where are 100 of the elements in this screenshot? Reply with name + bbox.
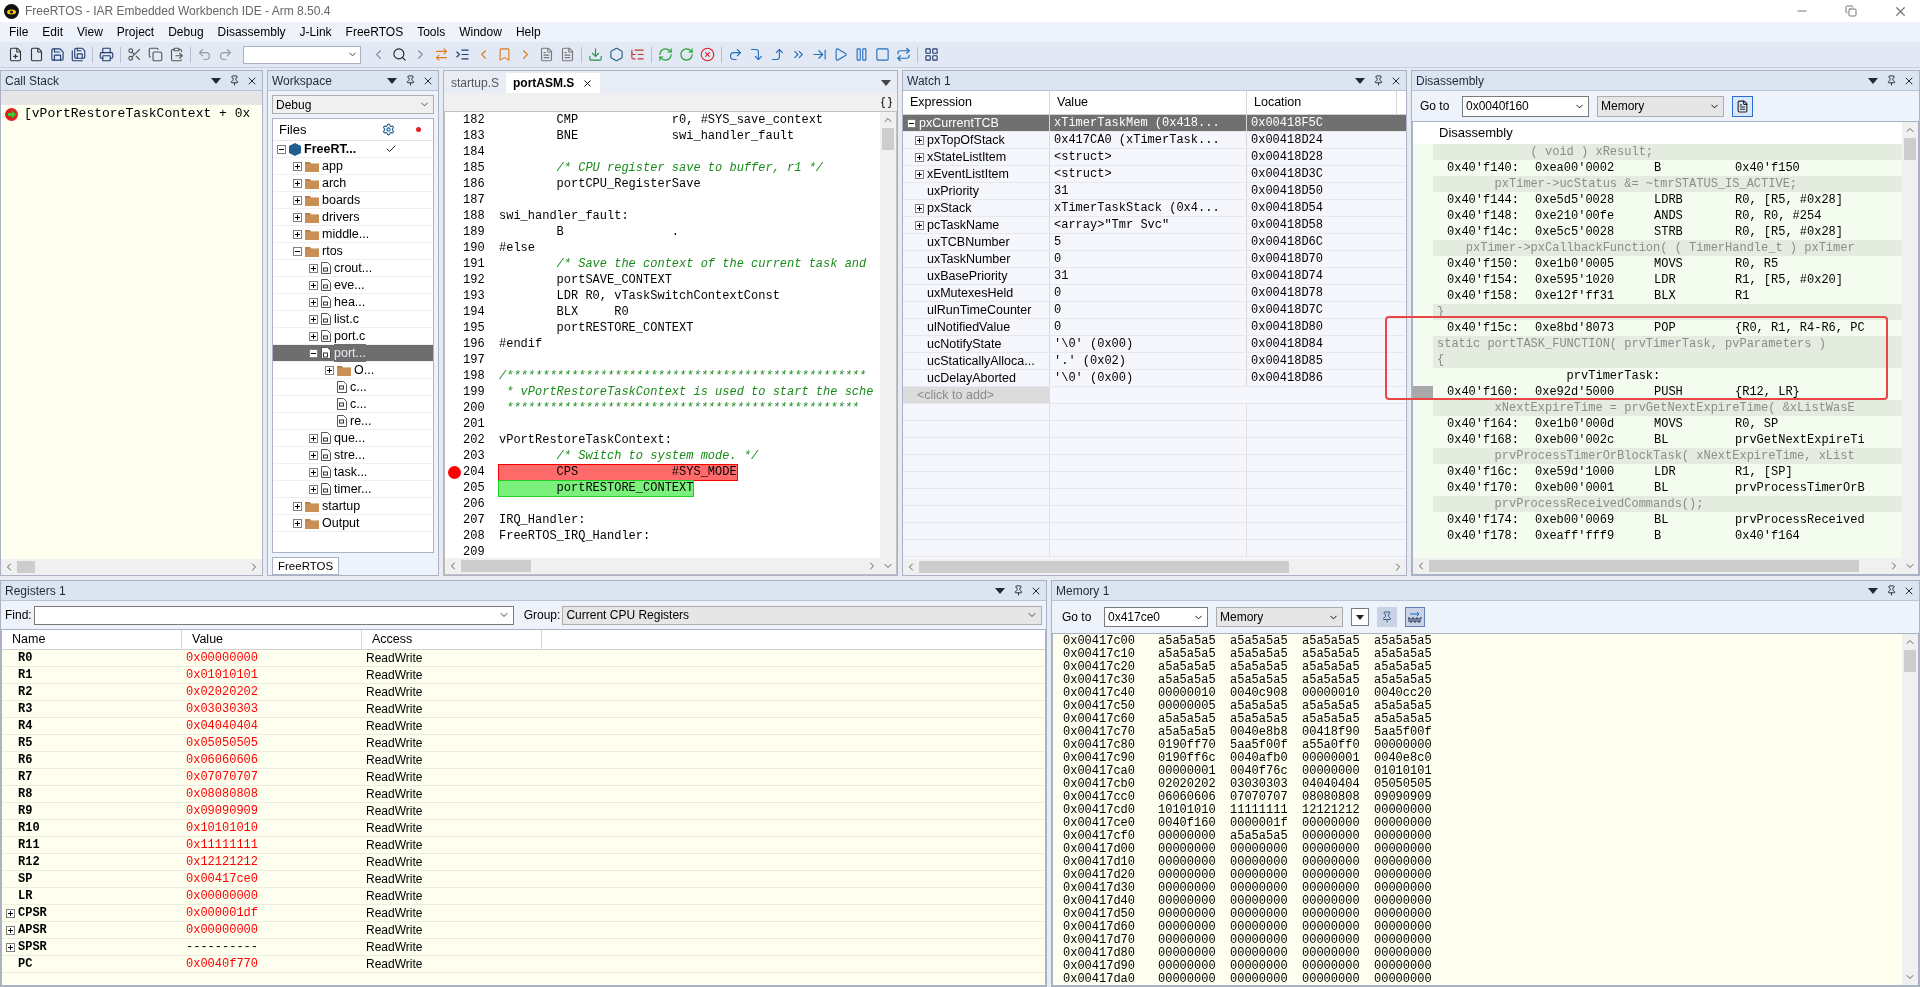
expand-icon[interactable] <box>309 331 318 341</box>
dropdown-triangle-icon[interactable] <box>211 77 221 84</box>
menu-item[interactable]: FreeRTOS <box>338 23 411 41</box>
tree-row[interactable]: que... <box>273 430 433 447</box>
column-header[interactable]: Value <box>182 630 362 649</box>
pin-icon[interactable] <box>405 75 416 86</box>
search-icon[interactable] <box>392 47 407 62</box>
expand-icon[interactable] <box>915 203 924 213</box>
step-into-icon[interactable] <box>749 47 764 62</box>
expand-icon[interactable] <box>293 229 302 239</box>
find-field[interactable] <box>33 605 514 625</box>
call-stack-frame[interactable]: [vPortRestoreTaskContext + 0x <box>24 105 251 124</box>
document-icon[interactable] <box>539 47 554 62</box>
expand-icon[interactable] <box>915 220 924 230</box>
expand-icon[interactable] <box>309 484 318 494</box>
pin-button[interactable] <box>1377 607 1397 627</box>
register-value[interactable]: 0x00417ce0 <box>182 870 362 888</box>
register-value[interactable]: 0x08080808 <box>182 785 362 803</box>
scrollbar-thumb[interactable] <box>461 560 531 572</box>
menu-item[interactable]: Help <box>508 23 548 41</box>
dropdown-triangle-icon[interactable] <box>1868 77 1878 84</box>
play-icon[interactable] <box>833 47 848 62</box>
stop-icon[interactable] <box>700 47 715 62</box>
register-value[interactable]: ---------- <box>182 938 362 956</box>
vertical-scrollbar[interactable] <box>1902 122 1918 574</box>
column-header[interactable]: Location <box>1247 91 1397 114</box>
menu-item[interactable]: Disassembly <box>210 23 293 41</box>
pin-icon[interactable] <box>1886 585 1897 596</box>
watch-row[interactable]: uxPriority 31 0x00418D50 <box>903 183 1406 200</box>
expand-icon[interactable] <box>915 135 924 145</box>
file-icon[interactable] <box>29 47 44 62</box>
collapse-icon[interactable] <box>309 348 318 358</box>
step-over-icon[interactable] <box>728 47 743 62</box>
menu-item[interactable]: View <box>70 23 110 41</box>
watch-row[interactable]: uxMutexesHeld 0 0x00418D78 <box>903 285 1406 302</box>
expand-icon[interactable] <box>293 518 302 528</box>
workspace-tab[interactable]: FreeRTOS <box>272 557 340 575</box>
tree-row[interactable]: timer... <box>273 481 433 498</box>
vertical-scrollbar[interactable] <box>880 112 896 574</box>
dropdown-triangle-icon[interactable] <box>387 77 397 84</box>
tree-row[interactable]: arch <box>273 175 433 192</box>
tree-row[interactable]: O... <box>273 362 433 379</box>
menu-item[interactable]: Tools <box>410 23 453 41</box>
register-value[interactable]: 0x12121212 <box>182 853 362 871</box>
go-to-field[interactable]: 0x0040f160 <box>1462 95 1589 117</box>
tree-row[interactable]: c... <box>273 396 433 413</box>
expand-icon[interactable] <box>309 467 318 477</box>
menu-item[interactable]: Window <box>452 23 509 41</box>
collapse-icon[interactable] <box>277 144 286 154</box>
refresh-icon[interactable] <box>658 47 673 62</box>
horizontal-scrollbar[interactable] <box>1 559 262 575</box>
paste-icon[interactable] <box>169 47 184 62</box>
go-to-field[interactable]: 0x417ce0 <box>1104 607 1208 627</box>
tree-row[interactable]: list.c <box>273 311 433 328</box>
tree-row[interactable]: middle... <box>273 226 433 243</box>
vertical-scrollbar[interactable] <box>1902 634 1918 985</box>
menu-item[interactable]: File <box>2 23 36 41</box>
indent-icon[interactable] <box>455 47 470 62</box>
menu-item[interactable]: Debug <box>161 23 211 41</box>
expand-icon[interactable] <box>6 925 15 935</box>
pin-icon[interactable] <box>229 75 240 86</box>
watch-row[interactable]: uxBasePriority 31 0x00418D74 <box>903 268 1406 285</box>
expand-icon[interactable] <box>309 450 318 460</box>
memory-zone-select[interactable]: Memory <box>1597 95 1724 117</box>
tree-row[interactable]: stre... <box>273 447 433 464</box>
step-out-icon[interactable] <box>770 47 785 62</box>
tree-row[interactable]: eve... <box>273 277 433 294</box>
dropdown-triangle-icon[interactable] <box>995 587 1005 594</box>
column-header[interactable]: Access <box>362 630 542 649</box>
copy-icon[interactable] <box>148 47 163 62</box>
tree-row[interactable]: port... <box>273 345 433 362</box>
register-value[interactable]: 0x00000000 <box>182 921 362 939</box>
dropdown-triangle-icon[interactable] <box>1355 77 1365 84</box>
expand-icon[interactable] <box>915 169 924 179</box>
configuration-select[interactable]: Debug <box>272 95 434 114</box>
tree-row[interactable]: task... <box>273 464 433 481</box>
pin-icon[interactable] <box>1886 75 1897 86</box>
collapse-icon[interactable] <box>907 118 916 128</box>
document-button[interactable] <box>1732 95 1753 117</box>
tree-row[interactable]: FreeRT... <box>273 141 433 158</box>
grid-icon[interactable] <box>924 47 939 62</box>
dropdown-triangle-icon[interactable] <box>1868 587 1878 594</box>
group-select[interactable]: Current CPU Registers <box>562 605 1042 625</box>
expand-icon[interactable] <box>325 365 334 375</box>
watch-row[interactable]: ucStaticallyAlloca... '.' (0x02) 0x00418D85 <box>903 353 1406 370</box>
column-header[interactable]: Value <box>1050 91 1247 114</box>
register-value[interactable]: 0x05050505 <box>182 734 362 752</box>
register-value[interactable]: 0x00000000 <box>182 649 362 667</box>
watch-row[interactable]: ulRunTimeCounter 0 0x00418D7C <box>903 302 1406 319</box>
run-to-cursor-icon[interactable] <box>812 47 827 62</box>
save-icon[interactable] <box>50 47 65 62</box>
toolbar-combo-field[interactable] <box>243 45 361 64</box>
settings-icon[interactable] <box>382 123 396 136</box>
menu-item[interactable]: Project <box>109 23 162 41</box>
memory-zone-select[interactable]: Memory <box>1216 607 1343 627</box>
register-value[interactable]: 0x01010101 <box>182 666 362 684</box>
expand-icon[interactable] <box>309 433 318 443</box>
tree-row[interactable]: rtos <box>273 243 433 260</box>
watch-row[interactable]: ucNotifyState '\0' (0x00) 0x00418D84 <box>903 336 1406 353</box>
register-value[interactable]: 0x04040404 <box>182 717 362 735</box>
